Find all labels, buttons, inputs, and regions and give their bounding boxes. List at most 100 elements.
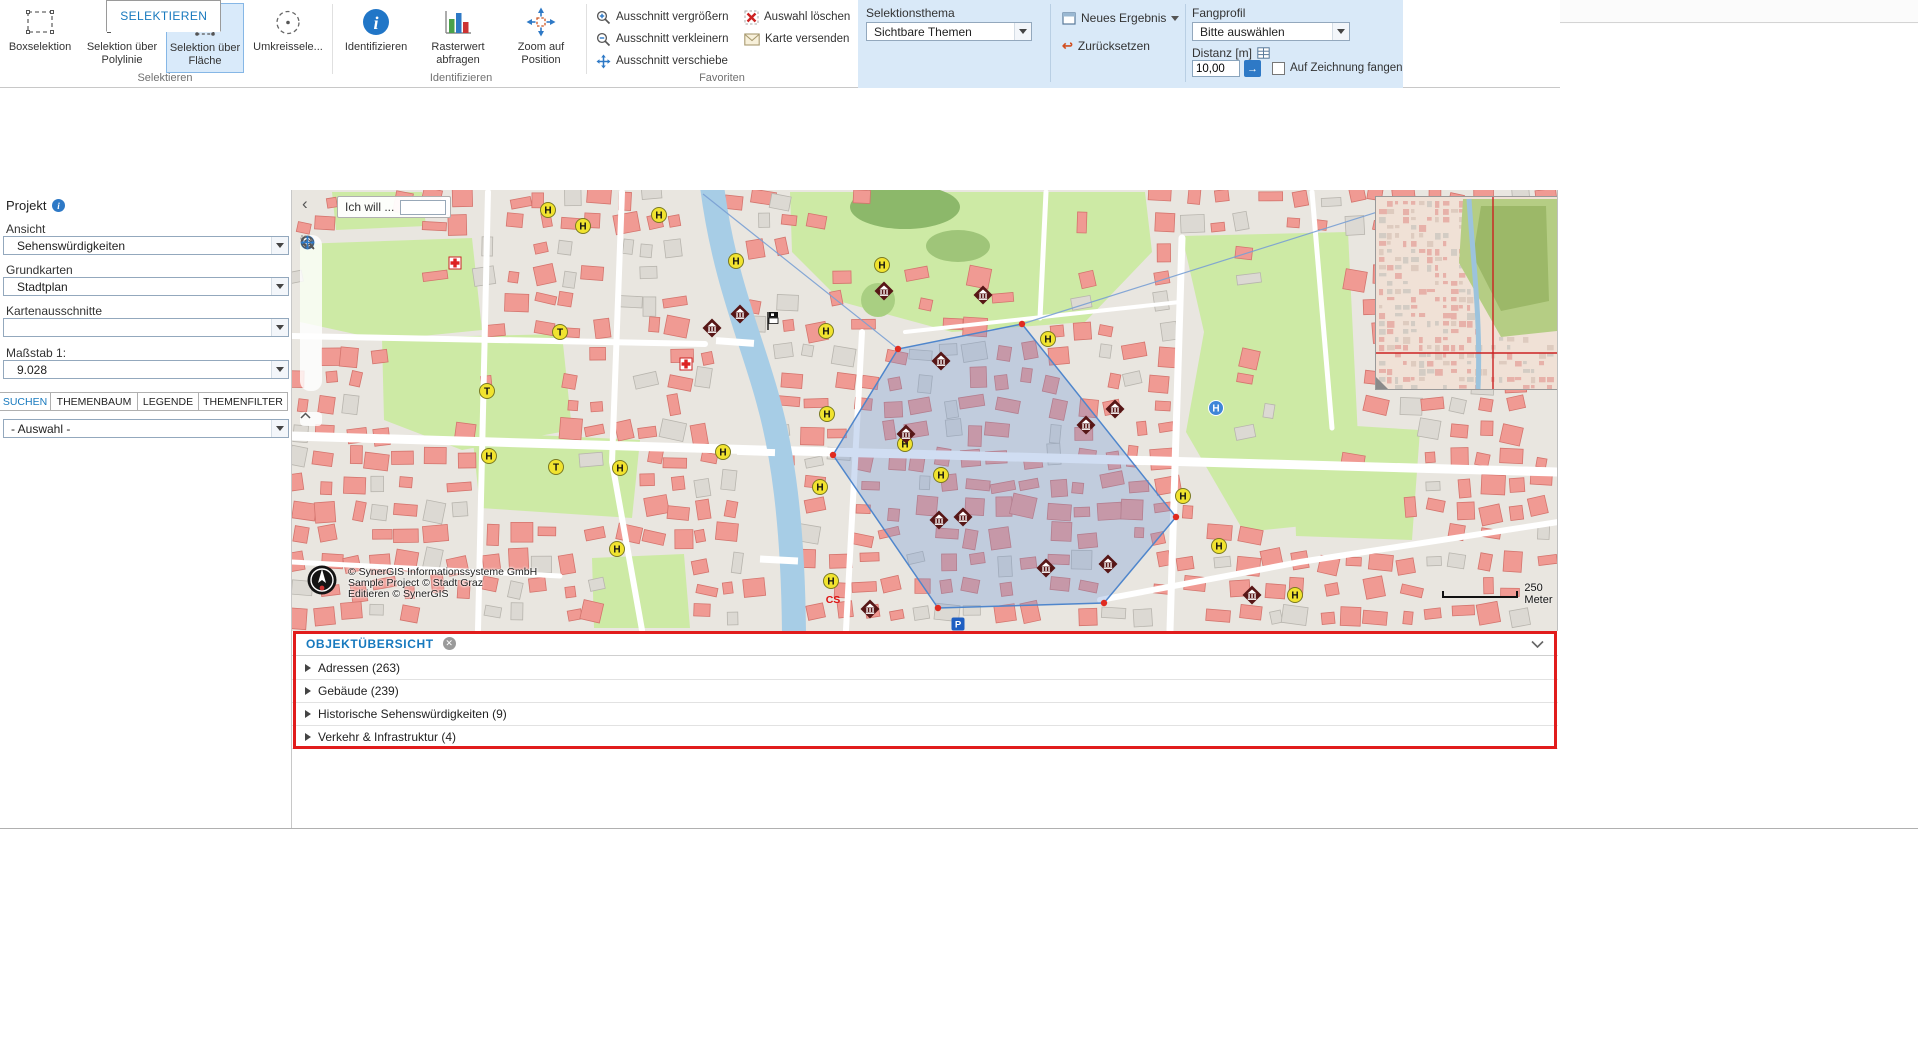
map-marker-hotel[interactable]: H — [1288, 588, 1303, 603]
sidebar-collapse-chevron-icon[interactable]: ‹ — [302, 194, 308, 214]
zoom-in-map-icon[interactable] — [303, 261, 319, 277]
zoom-out-map-icon[interactable] — [303, 283, 319, 299]
map-tools-collapse-icon[interactable] — [300, 412, 322, 426]
selektionsthema-label: Selektionsthema — [866, 6, 955, 20]
overview-group-row[interactable]: Gebäude (239) — [292, 680, 1558, 703]
ansicht-dropdown[interactable]: Sehenswürdigkeiten — [3, 236, 289, 255]
object-overview-chevron-icon[interactable] — [1531, 635, 1544, 653]
fangprofil-label: Fangprofil — [1192, 6, 1245, 20]
tool-rasterwert-abfragen[interactable]: Rasterwert abfragen — [418, 3, 498, 73]
map-marker-hotel[interactable]: H — [610, 542, 625, 557]
fav-zoom-out[interactable]: Ausschnitt verkleinern — [596, 30, 729, 48]
map-marker-transit[interactable]: T — [553, 325, 568, 340]
expand-triangle-icon[interactable] — [305, 710, 311, 718]
sidebar-tab-suchen[interactable]: SUCHEN — [0, 392, 51, 411]
map-marker-hotel[interactable]: H — [1176, 489, 1191, 504]
selection-settings-panel: Selektionsthema Sichtbare Themen Neues E… — [858, 0, 1403, 88]
zoom-window-icon[interactable] — [303, 305, 319, 321]
map-marker-stop[interactable]: H — [1209, 401, 1224, 416]
apply-distance-button[interactable]: → — [1244, 60, 1261, 77]
fav-pan[interactable]: Ausschnitt verschiebe — [596, 52, 728, 70]
selektionsthema-dropdown[interactable]: Sichtbare Themen — [866, 22, 1032, 41]
expand-triangle-icon[interactable] — [305, 733, 311, 741]
map-marker-hotel[interactable]: H — [934, 468, 949, 483]
map-marker-parking[interactable]: P — [952, 618, 965, 631]
overview-group-row[interactable]: Historische Sehenswürdigkeiten (9) — [292, 703, 1558, 726]
map-marker-hotel[interactable]: H — [482, 449, 497, 464]
svg-text:H: H — [1044, 335, 1051, 346]
sidebar-tab-themenbaum[interactable]: THEMENBAUM — [50, 392, 138, 411]
fav-zoom-in[interactable]: Ausschnitt vergrößern — [596, 8, 729, 26]
map-marker-transit[interactable]: T — [549, 460, 564, 475]
expand-triangle-icon[interactable] — [305, 687, 311, 695]
kartenausschnitte-dropdown[interactable] — [3, 318, 289, 337]
map-marker-hotel[interactable]: H — [576, 219, 591, 234]
overview-group-label: Verkehr & Infrastruktur (4) — [318, 730, 456, 744]
send-map-icon — [744, 33, 760, 46]
svg-text:T: T — [484, 387, 490, 398]
zoom-to-position-icon — [526, 7, 556, 37]
auswahl-dropdown[interactable]: - Auswahl - — [3, 419, 289, 438]
svg-text:H: H — [937, 471, 944, 482]
fav-auswahl-loeschen[interactable]: Auswahl löschen — [744, 8, 850, 26]
project-info-icon[interactable]: i — [52, 199, 65, 212]
map-canvas[interactable]: HHHHHHHHHHHHHHHHHHHTTTHPCS — [292, 190, 1558, 631]
page-bottom-divider — [0, 828, 1918, 829]
circle-selection-icon — [274, 9, 302, 36]
map-marker-hotel[interactable]: H — [813, 480, 828, 495]
map-marker-pharmacy[interactable] — [449, 257, 461, 269]
map-marker-pharmacy[interactable] — [680, 358, 692, 370]
clear-selection-icon — [744, 10, 759, 25]
map-marker-hotel[interactable]: H — [1212, 539, 1227, 554]
sidebar-tab-themenfilter[interactable]: THEMENFILTER — [198, 392, 288, 411]
tool-boxselektion[interactable]: Boxselektion — [0, 3, 80, 73]
expand-triangle-icon[interactable] — [305, 664, 311, 672]
grundkarten-dropdown[interactable]: Stadtplan — [3, 277, 289, 296]
massstab-label: Maßstab 1: — [6, 346, 66, 360]
ansicht-label: Ansicht — [6, 222, 45, 236]
distance-input[interactable] — [1192, 60, 1240, 77]
map-viewport[interactable]: HHHHHHHHHHHHHHHHHHHTTTHPCS ‹ Ich will ..… — [292, 190, 1558, 631]
object-overview-close-icon[interactable]: ✕ — [443, 637, 456, 650]
zoom-previous-icon[interactable] — [303, 327, 319, 343]
overview-resize-grip[interactable] — [1376, 377, 1388, 389]
svg-text:H: H — [1215, 542, 1222, 553]
snap-to-drawing-checkbox[interactable] — [1272, 62, 1285, 75]
scale-bar: 250 Meter — [1442, 582, 1558, 606]
massstab-dropdown[interactable]: 9.028 — [3, 360, 289, 379]
map-marker-hotel[interactable]: H — [652, 208, 667, 223]
fav-karte-versenden[interactable]: Karte versenden — [744, 30, 849, 48]
map-marker-hotel[interactable]: H — [613, 461, 628, 476]
fangprofil-dropdown[interactable]: Bitte auswählen — [1192, 22, 1350, 41]
svg-text:H: H — [732, 257, 739, 268]
zuruecksetzen-button[interactable]: ↩ Zurücksetzen — [1062, 37, 1150, 55]
map-marker-hotel[interactable]: H — [819, 324, 834, 339]
overview-group-label: Adressen (263) — [318, 661, 400, 675]
map-marker-hotel[interactable]: H — [820, 407, 835, 422]
map-marker-transit[interactable]: T — [480, 384, 495, 399]
ich-will-input[interactable] — [400, 200, 446, 215]
map-marker-hotel[interactable]: H — [729, 254, 744, 269]
map-marker-hotel[interactable]: H — [824, 574, 839, 589]
sidebar-tab-legende[interactable]: LEGENDE — [137, 392, 199, 411]
overview-map[interactable] — [1375, 196, 1558, 390]
distance-table-icon[interactable] — [1257, 47, 1270, 59]
project-sidebar: Projekt i Ansicht Sehenswürdigkeiten Gru… — [0, 190, 292, 828]
center-target-icon[interactable] — [303, 349, 319, 365]
overview-group-row[interactable]: Adressen (263) — [292, 657, 1558, 680]
pan-map-icon[interactable] — [303, 371, 319, 387]
tool-zoom-auf-position[interactable]: Zoom auf Position — [500, 3, 582, 73]
map-marker-hotel[interactable]: H — [875, 258, 890, 273]
tool-umkreisselektion[interactable]: Umkreissele... — [248, 3, 328, 73]
tool-identifizieren[interactable]: i Identifizieren — [336, 3, 416, 73]
ich-will-widget[interactable]: Ich will ... — [337, 196, 451, 218]
menu-tab-selektieren[interactable]: SELEKTIEREN — [106, 0, 221, 32]
neues-ergebnis-button[interactable]: Neues Ergebnis — [1062, 9, 1179, 27]
box-selection-icon — [25, 9, 55, 35]
overview-group-row[interactable]: Verkehr & Infrastruktur (4) — [292, 726, 1558, 749]
map-marker-hotel[interactable]: H — [541, 203, 556, 218]
map-marker-hotel[interactable]: H — [716, 445, 731, 460]
undo-icon: ↩ — [1062, 38, 1073, 54]
ribbon-toolbar: Boxselektion Selektion über Polylinie Se… — [0, 0, 1560, 88]
map-marker-hotel[interactable]: H — [1041, 332, 1056, 347]
